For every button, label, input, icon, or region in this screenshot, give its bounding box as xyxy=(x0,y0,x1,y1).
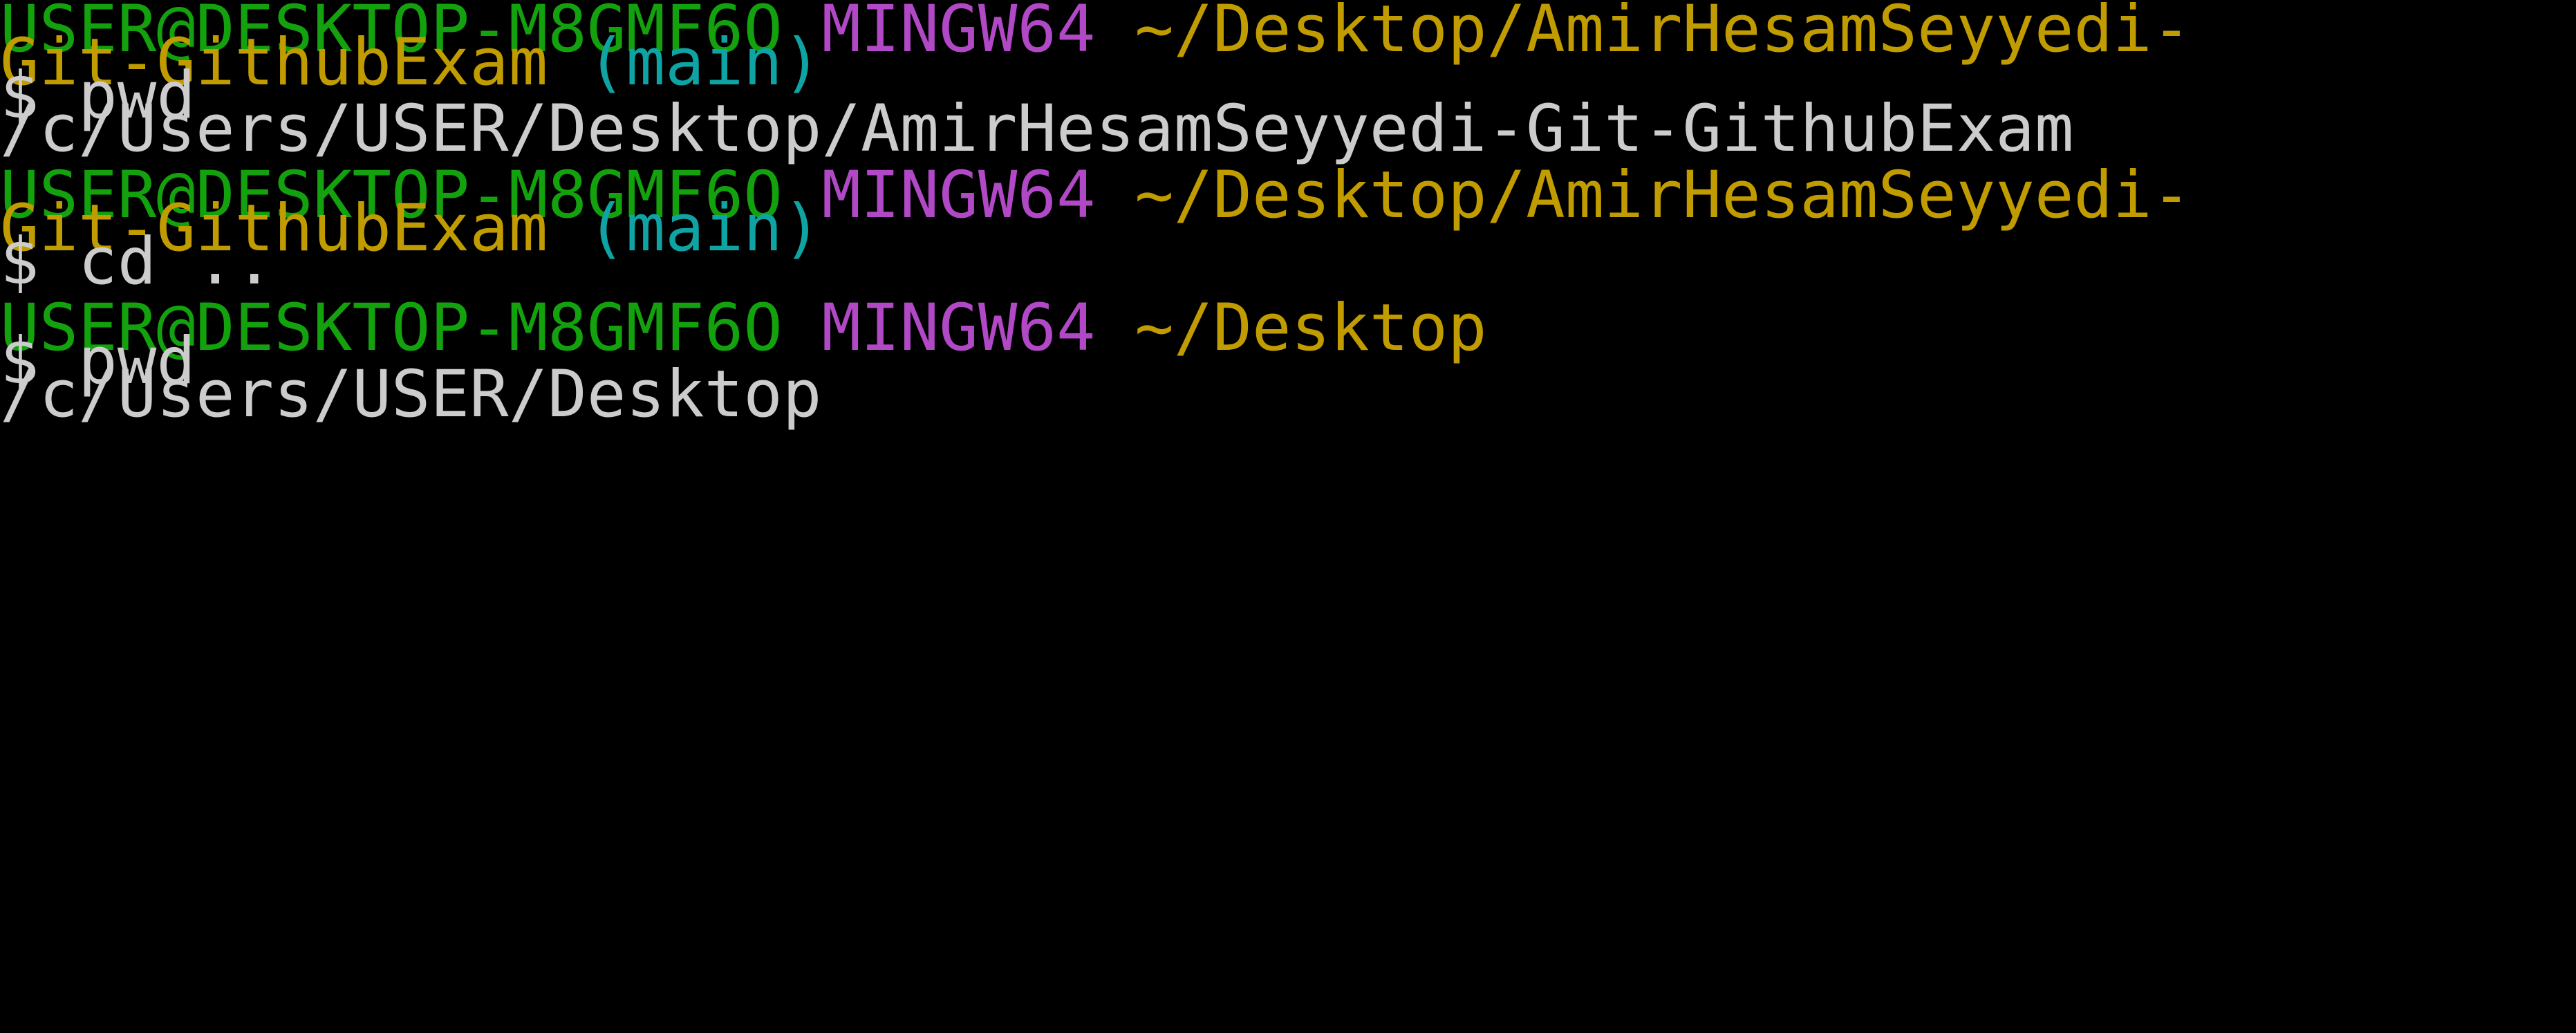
prompt-shell-name: MINGW64 xyxy=(821,158,1096,233)
prompt-path: ~/Desktop xyxy=(1135,290,1487,366)
prompt-path: ~/Desktop/AmirHesamSeyyedi- xyxy=(1135,0,2192,67)
prompt-git-branch: (main) xyxy=(586,191,822,266)
prompt-shell-name: MINGW64 xyxy=(821,0,1096,67)
command-output: /c/Users/USER/Desktop xyxy=(0,357,822,432)
prompt-path: ~/Desktop/AmirHesamSeyyedi- xyxy=(1135,158,2192,233)
terminal-window[interactable]: USER@DESKTOP-M8GMF6O MINGW64 ~/Desktop/A… xyxy=(0,0,2576,1033)
prompt-shell-name: MINGW64 xyxy=(821,290,1096,366)
